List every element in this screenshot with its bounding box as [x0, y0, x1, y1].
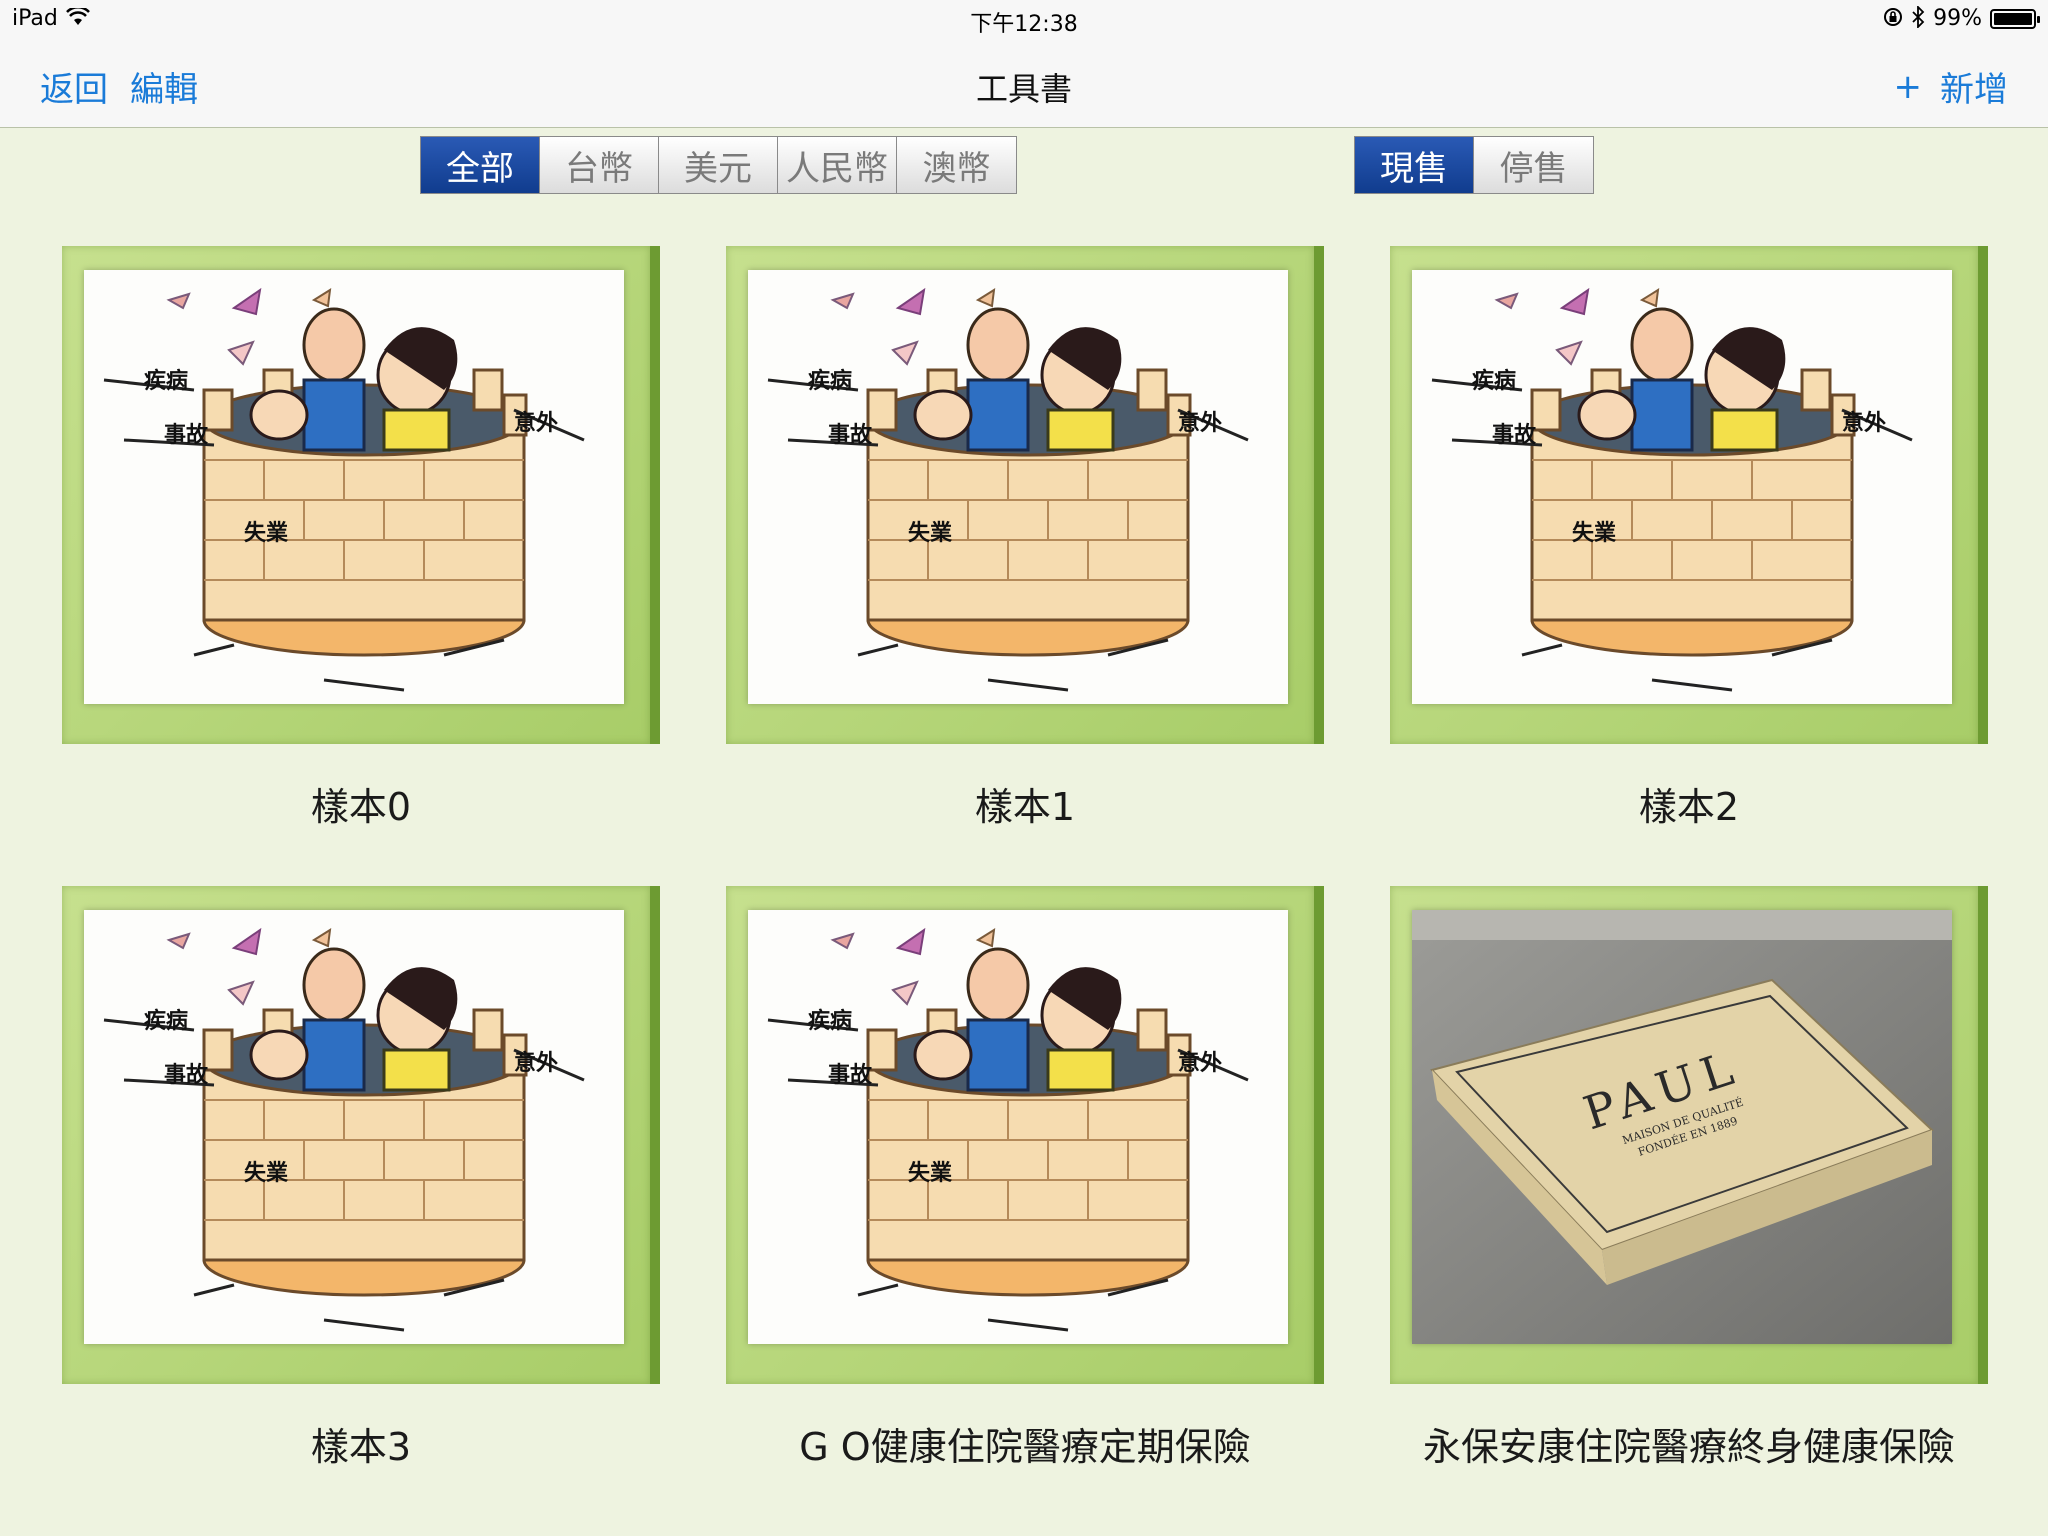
battery-fill — [1994, 12, 2032, 25]
filter-twd[interactable]: 台幣 — [540, 137, 659, 193]
sample-card-0: 疾病 事故 意外 失業 樣本0 — [62, 246, 660, 829]
yongbao-card: PAUL MAISON DE QUALITÉ FONDÉE EN 1889 永保… — [1390, 886, 1988, 1469]
word-mishap: 意外 — [514, 410, 558, 436]
add-label: 新增 — [1940, 70, 2008, 110]
sample-card-3: 疾病 事故 意外 失業 樣本3 — [62, 886, 660, 1469]
filter-aud[interactable]: 澳幣 — [897, 137, 1016, 193]
frame: 疾病 事故 意外 失業 — [726, 246, 1314, 744]
battery-icon — [1990, 8, 2040, 29]
sale-filter: 現售 停售 — [1354, 136, 1594, 194]
thumbnail-image: 疾病 事故 意外 失業 — [1412, 270, 1952, 704]
card-thumbnail-4[interactable]: 疾病 事故 意外 失業 — [726, 886, 1324, 1394]
card-label-1: 樣本1 — [974, 785, 1076, 829]
word-accident: 事故 — [164, 1062, 209, 1088]
frame: 疾病 事故 意外 失業 — [1390, 246, 1978, 744]
sample-card-2: 疾病 事故 意外 失業 樣本2 — [1390, 246, 1988, 829]
battery-percent: 99% — [1933, 6, 1982, 31]
word-mishap: 意外 — [1178, 410, 1222, 436]
bluetooth-icon — [1911, 4, 1925, 31]
word-accident: 事故 — [828, 422, 873, 448]
word-mishap: 意外 — [1178, 1050, 1222, 1076]
family-castle-illustration: 疾病 事故 意外 失業 — [84, 270, 624, 704]
card-label-5: 永保安康住院醫療終身健康保險 — [1422, 1425, 1955, 1469]
card-thumbnail-2[interactable]: 疾病 事故 意外 失業 — [1390, 246, 1988, 754]
family-castle-illustration: 疾病 事故 意外 失業 — [1412, 270, 1952, 704]
word-unemployment: 失業 — [244, 521, 289, 546]
card-label-2: 樣本2 — [1638, 785, 1740, 829]
card-thumbnail-3[interactable]: 疾病 事故 意外 失業 — [62, 886, 660, 1394]
card-thumbnail-1[interactable]: 疾病 事故 意外 失業 — [726, 246, 1324, 754]
plus-icon: + — [1893, 66, 1923, 107]
word-mishap: 意外 — [1842, 410, 1886, 436]
go-health-card: 疾病 事故 意外 失業 G O健康住院醫療定期保險 — [726, 886, 1324, 1469]
nav-bar: 返回 編輯 工具書 + 新增 — [0, 40, 2048, 128]
rotation-lock-icon — [1883, 7, 1903, 30]
paul-box-photo: PAUL MAISON DE QUALITÉ FONDÉE EN 1889 — [1412, 910, 1952, 1344]
word-unemployment: 失業 — [908, 521, 953, 546]
status-time: 下午12:38 — [970, 12, 1078, 37]
filter-usd[interactable]: 美元 — [659, 137, 778, 193]
word-unemployment: 失業 — [908, 1161, 953, 1186]
currency-filter: 全部 台幣 美元 人民幣 澳幣 — [420, 136, 1017, 194]
card-label-3: 樣本3 — [310, 1425, 412, 1469]
word-illness: 疾病 — [144, 1008, 188, 1034]
word-unemployment: 失業 — [1572, 521, 1617, 546]
thumbnail-image: 疾病 事故 意外 失業 — [84, 910, 624, 1344]
sample-card-1: 疾病 事故 意外 失業 樣本1 — [726, 246, 1324, 829]
card-label-0: 樣本0 — [310, 785, 412, 829]
thumbnail-photo: PAUL MAISON DE QUALITÉ FONDÉE EN 1889 — [1412, 910, 1952, 1344]
status-bar: iPad 下午12:38 99% — [0, 0, 2048, 40]
word-accident: 事故 — [164, 422, 209, 448]
card-label-4: G O健康住院醫療定期保險 — [799, 1425, 1251, 1469]
frame: 疾病 事故 意外 失業 — [62, 246, 650, 744]
page-title: 工具書 — [975, 70, 1072, 108]
word-accident: 事故 — [828, 1062, 873, 1088]
card-thumbnail-0[interactable]: 疾病 事故 意外 失業 — [62, 246, 660, 754]
status-right: 99% — [1883, 4, 2040, 31]
add-button[interactable]: + 新增 — [1894, 62, 2009, 111]
frame: 疾病 事故 意外 失業 — [726, 886, 1314, 1384]
word-illness: 疾病 — [144, 368, 188, 394]
filter-discontinued[interactable]: 停售 — [1474, 137, 1593, 193]
filter-all[interactable]: 全部 — [421, 137, 540, 193]
filter-rmb[interactable]: 人民幣 — [778, 137, 897, 193]
thumbnail-image: 疾病 事故 意外 失業 — [748, 910, 1288, 1344]
filter-on-sale[interactable]: 現售 — [1355, 137, 1474, 193]
word-illness: 疾病 — [1472, 368, 1516, 394]
card-thumbnail-5[interactable]: PAUL MAISON DE QUALITÉ FONDÉE EN 1889 — [1390, 886, 1988, 1394]
family-castle-illustration: 疾病 事故 意外 失業 — [84, 910, 624, 1344]
word-illness: 疾病 — [808, 368, 852, 394]
word-illness: 疾病 — [808, 1008, 852, 1034]
frame: PAUL MAISON DE QUALITÉ FONDÉE EN 1889 — [1390, 886, 1978, 1384]
word-accident: 事故 — [1492, 422, 1537, 448]
word-unemployment: 失業 — [244, 1161, 289, 1186]
family-castle-illustration: 疾病 事故 意外 失業 — [748, 910, 1288, 1344]
thumbnail-image: 疾病 事故 意外 失業 — [84, 270, 624, 704]
word-mishap: 意外 — [514, 1050, 558, 1076]
family-castle-illustration: 疾病 事故 意外 失業 — [748, 270, 1288, 704]
frame: 疾病 事故 意外 失業 — [62, 886, 650, 1384]
thumbnail-image: 疾病 事故 意外 失業 — [748, 270, 1288, 704]
